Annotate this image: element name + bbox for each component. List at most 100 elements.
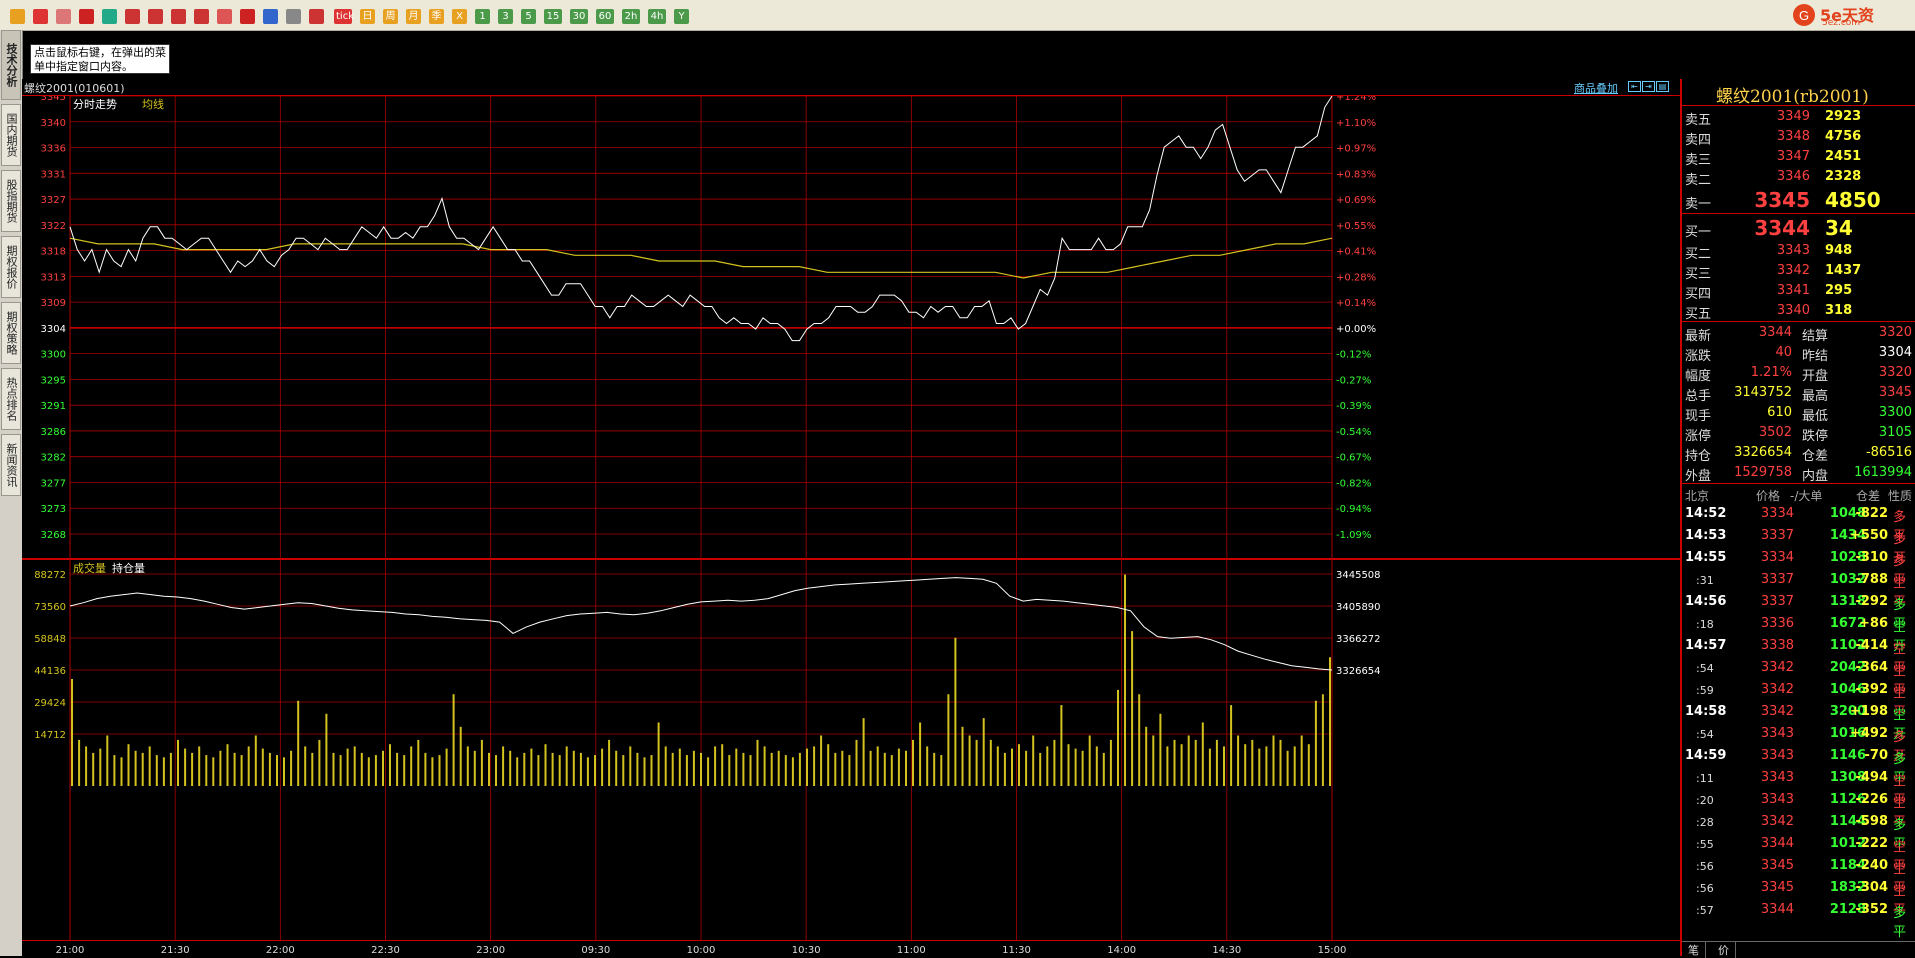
legend-price: 分时走势 xyxy=(73,98,117,111)
tick-row: :56 3345 1832 -304 空平 xyxy=(1682,877,1915,918)
quote-title: 螺纹2001(rb2001) xyxy=(1716,87,1869,107)
trend-icon[interactable] xyxy=(309,9,324,24)
left-tab-5[interactable]: 热点排名 xyxy=(1,368,21,430)
tick-price: 3334 xyxy=(1760,550,1794,565)
back-icon[interactable] xyxy=(10,9,25,24)
tick-time: :54 xyxy=(1696,662,1714,675)
left-tab-6[interactable]: 新闻资讯 xyxy=(1,434,21,496)
tick-time: 14:56 xyxy=(1685,594,1727,609)
overlay-commodity-link[interactable]: 商品叠加 xyxy=(1574,80,1618,96)
stat-value: 3326654 xyxy=(1734,445,1792,460)
period-key-12[interactable]: 2h xyxy=(622,9,640,24)
zoom-icon[interactable] xyxy=(148,9,163,24)
pen-icon[interactable] xyxy=(194,9,209,24)
ask-row: 卖一 3345 4850 xyxy=(1682,187,1915,213)
period-key-7[interactable]: 3 xyxy=(498,9,513,24)
bid-label: 买二 xyxy=(1685,247,1712,262)
period-key-5[interactable]: X xyxy=(452,9,467,24)
quote-tabs: 笔价 xyxy=(1682,941,1915,958)
pct-tick-label: -0.94% xyxy=(1336,504,1371,515)
period-key-13[interactable]: 4h xyxy=(648,9,666,24)
period-key-3[interactable]: 月 xyxy=(406,9,421,24)
tick-time: 14:58 xyxy=(1685,704,1727,719)
pct-tick-label: +0.41% xyxy=(1336,247,1376,258)
search-icon[interactable] xyxy=(125,9,140,24)
stat-row: 幅度 1.21% 开盘 3320 xyxy=(1682,363,1915,384)
bid-label: 买三 xyxy=(1685,267,1712,282)
stat-value: -86516 xyxy=(1865,445,1912,460)
ask-row: 卖三 3347 2451 xyxy=(1682,147,1915,168)
stat-value: 3345 xyxy=(1878,385,1912,400)
left-tab-3[interactable]: 期权报价 xyxy=(1,236,21,298)
left-tab-1[interactable]: 国内期货 xyxy=(1,104,21,166)
tick-price: 3342 xyxy=(1760,682,1794,697)
tick-type: 多平 xyxy=(1893,906,1907,940)
pct-tick-label: -0.27% xyxy=(1336,375,1371,386)
pct-tick-label: +0.00% xyxy=(1336,324,1376,335)
intraday-chart[interactable]: 3345 +1.24% 3340 +1.10% 3336 +0.97% 3331 +0.83%… xyxy=(22,96,1680,940)
time-tick-label: 15:00 xyxy=(1318,945,1347,956)
left-tab-2[interactable]: 股指期货 xyxy=(1,170,21,232)
tick-time: 14:55 xyxy=(1685,550,1727,565)
tick-time: :20 xyxy=(1696,794,1714,807)
left-tab-4[interactable]: 期权策略 xyxy=(1,302,21,364)
window-layout-icon[interactable]: ▤ xyxy=(1656,81,1669,92)
left-tab-0[interactable]: 技术分析 xyxy=(1,30,21,100)
bid-volume: 1437 xyxy=(1825,263,1862,278)
price-tick-label: 3309 xyxy=(41,298,66,309)
ask-volume: 2451 xyxy=(1825,149,1862,164)
ask-price: 3346 xyxy=(1776,169,1810,184)
quote-title-bar: 螺纹2001(rb2001) xyxy=(1682,79,1915,107)
period-key-1[interactable]: 日 xyxy=(360,9,375,24)
tick-price: 3344 xyxy=(1760,836,1794,851)
ticks-divider xyxy=(1682,483,1915,484)
filter-icon[interactable] xyxy=(240,9,255,24)
chart-add-icon[interactable] xyxy=(263,9,278,24)
time-tick-label: 10:00 xyxy=(687,945,716,956)
period-key-0[interactable]: tick xyxy=(334,9,354,24)
tick-row: :54 3342 2042 -364 空平 xyxy=(1682,657,1915,698)
period-key-8[interactable]: 5 xyxy=(521,9,536,24)
period-key-9[interactable]: 15 xyxy=(544,9,562,24)
period-key-14[interactable]: Y xyxy=(674,9,689,24)
time-tick-label: 22:00 xyxy=(266,945,295,956)
news-icon[interactable] xyxy=(56,9,71,24)
tick-row: :59 3342 1046 -392 空平 xyxy=(1682,679,1915,720)
table-icon[interactable] xyxy=(286,9,301,24)
tv-icon[interactable] xyxy=(79,9,94,24)
tick-time: 14:57 xyxy=(1685,638,1727,653)
period-key-6[interactable]: 1 xyxy=(475,9,490,24)
refresh-icon[interactable] xyxy=(102,9,117,24)
tick-price: 3342 xyxy=(1760,814,1794,829)
shrink-icon[interactable]: ⇤ xyxy=(1628,81,1641,92)
tick-price: 3345 xyxy=(1760,858,1794,873)
ask-price: 3349 xyxy=(1776,109,1810,124)
expand-icon[interactable]: ⇥ xyxy=(1642,81,1655,92)
period-key-10[interactable]: 30 xyxy=(570,9,588,24)
period-key-11[interactable]: 60 xyxy=(596,9,614,24)
stat-row: 持仓 3326654 仓差 -86516 xyxy=(1682,443,1915,464)
stat-label: 幅度 xyxy=(1685,369,1712,384)
period-key-4[interactable]: 季 xyxy=(429,9,444,24)
stat-label: 结算 xyxy=(1802,329,1829,344)
price-tick-label: 3345 xyxy=(41,96,66,103)
oi-tick-label: 3405890 xyxy=(1336,602,1381,613)
home-icon[interactable] xyxy=(33,9,48,24)
price-tick-label: 3313 xyxy=(41,272,66,283)
bid-row: 买五 3340 318 xyxy=(1682,301,1915,322)
bid-row: 买一 3344 34 xyxy=(1682,215,1915,241)
tick-time: 14:59 xyxy=(1685,748,1727,763)
volume-tick-label: 88272 xyxy=(34,570,66,581)
tick-time: 14:53 xyxy=(1685,528,1727,543)
period-key-2[interactable]: 周 xyxy=(383,9,398,24)
legend-avg: 均线 xyxy=(142,97,164,111)
window-icon[interactable] xyxy=(171,9,186,24)
stat-label: 昨结 xyxy=(1802,349,1829,364)
tick-time: :54 xyxy=(1696,728,1714,741)
bid-volume: 318 xyxy=(1825,303,1853,318)
time-tick-label: 14:00 xyxy=(1107,945,1136,956)
brush-icon[interactable] xyxy=(217,9,232,24)
tick-row: :54 3343 1016 +492 多开 xyxy=(1682,723,1915,764)
tick-oi-change: +492 xyxy=(1849,726,1888,741)
tick-price: 3343 xyxy=(1760,726,1794,741)
